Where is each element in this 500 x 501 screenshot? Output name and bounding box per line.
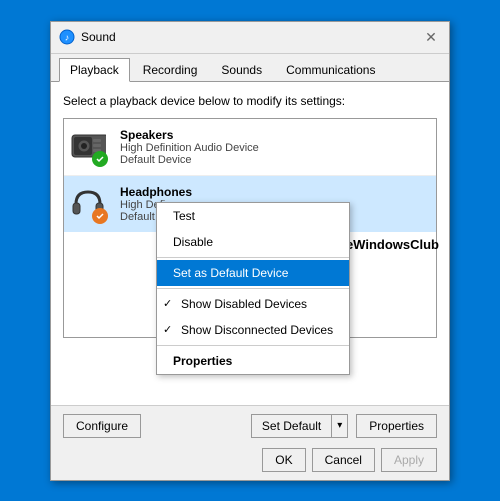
ctx-separator-1: [157, 257, 349, 258]
sound-icon: ♪: [59, 29, 75, 45]
bottom-row2: OK Cancel Apply: [63, 448, 437, 472]
ctx-separator-3: [157, 345, 349, 346]
ctx-separator-2: [157, 288, 349, 289]
tab-sounds[interactable]: Sounds: [210, 58, 273, 81]
green-badge: [92, 151, 108, 167]
device-item-speakers[interactable]: Speakers High Definition Audio Device De…: [64, 119, 436, 176]
set-default-button[interactable]: Set Default: [251, 414, 331, 438]
tab-bar: Playback Recording Sounds Communications: [51, 54, 449, 82]
tab-recording[interactable]: Recording: [132, 58, 209, 81]
orange-badge: [92, 208, 108, 224]
speaker-icon-container: [70, 127, 110, 167]
check-icon-disconnected: ✓: [163, 323, 177, 336]
speakers-info: Speakers High Definition Audio Device De…: [120, 128, 430, 166]
ctx-show-disconnected[interactable]: ✓ Show Disconnected Devices: [157, 317, 349, 343]
check-icon-disabled: ✓: [163, 297, 177, 310]
set-default-arrow[interactable]: ▾: [331, 414, 348, 438]
ctx-disable[interactable]: Disable: [157, 229, 349, 255]
set-default-split: Set Default ▾: [251, 414, 348, 438]
ctx-set-default[interactable]: Set as Default Device: [157, 260, 349, 286]
ctx-test[interactable]: Test: [157, 203, 349, 229]
speakers-sub2: Default Device: [120, 154, 430, 166]
close-button[interactable]: ✕: [421, 27, 441, 47]
tab-playback[interactable]: Playback: [59, 58, 130, 82]
configure-button[interactable]: Configure: [63, 414, 141, 438]
headphone-icon-container: [70, 184, 110, 224]
cancel-button[interactable]: Cancel: [312, 448, 375, 472]
instruction-text: Select a playback device below to modify…: [63, 94, 437, 108]
properties-button[interactable]: Properties: [356, 414, 437, 438]
ctx-show-disabled[interactable]: ✓ Show Disabled Devices: [157, 291, 349, 317]
apply-button[interactable]: Apply: [381, 448, 437, 472]
svg-text:♪: ♪: [65, 33, 70, 43]
title-bar-left: ♪ Sound: [59, 29, 116, 45]
title-bar: ♪ Sound ✕: [51, 22, 449, 54]
bottom-area: Configure Set Default ▾ Properties OK Ca…: [51, 405, 449, 480]
context-menu: Test Disable Set as Default Device ✓ Sho…: [156, 202, 350, 375]
sound-dialog: ♪ Sound ✕ Playback Recording Sounds Comm…: [50, 21, 450, 481]
window-title: Sound: [81, 30, 116, 44]
ctx-properties[interactable]: Properties: [157, 348, 349, 374]
ok-button[interactable]: OK: [262, 448, 305, 472]
content-area: Select a playback device below to modify…: [51, 82, 449, 405]
speakers-sub1: High Definition Audio Device: [120, 142, 430, 154]
speakers-name: Speakers: [120, 128, 430, 142]
bottom-row1: Configure Set Default ▾ Properties: [63, 414, 437, 438]
tab-communications[interactable]: Communications: [275, 58, 386, 81]
headphones-name: Headphones: [120, 185, 430, 199]
